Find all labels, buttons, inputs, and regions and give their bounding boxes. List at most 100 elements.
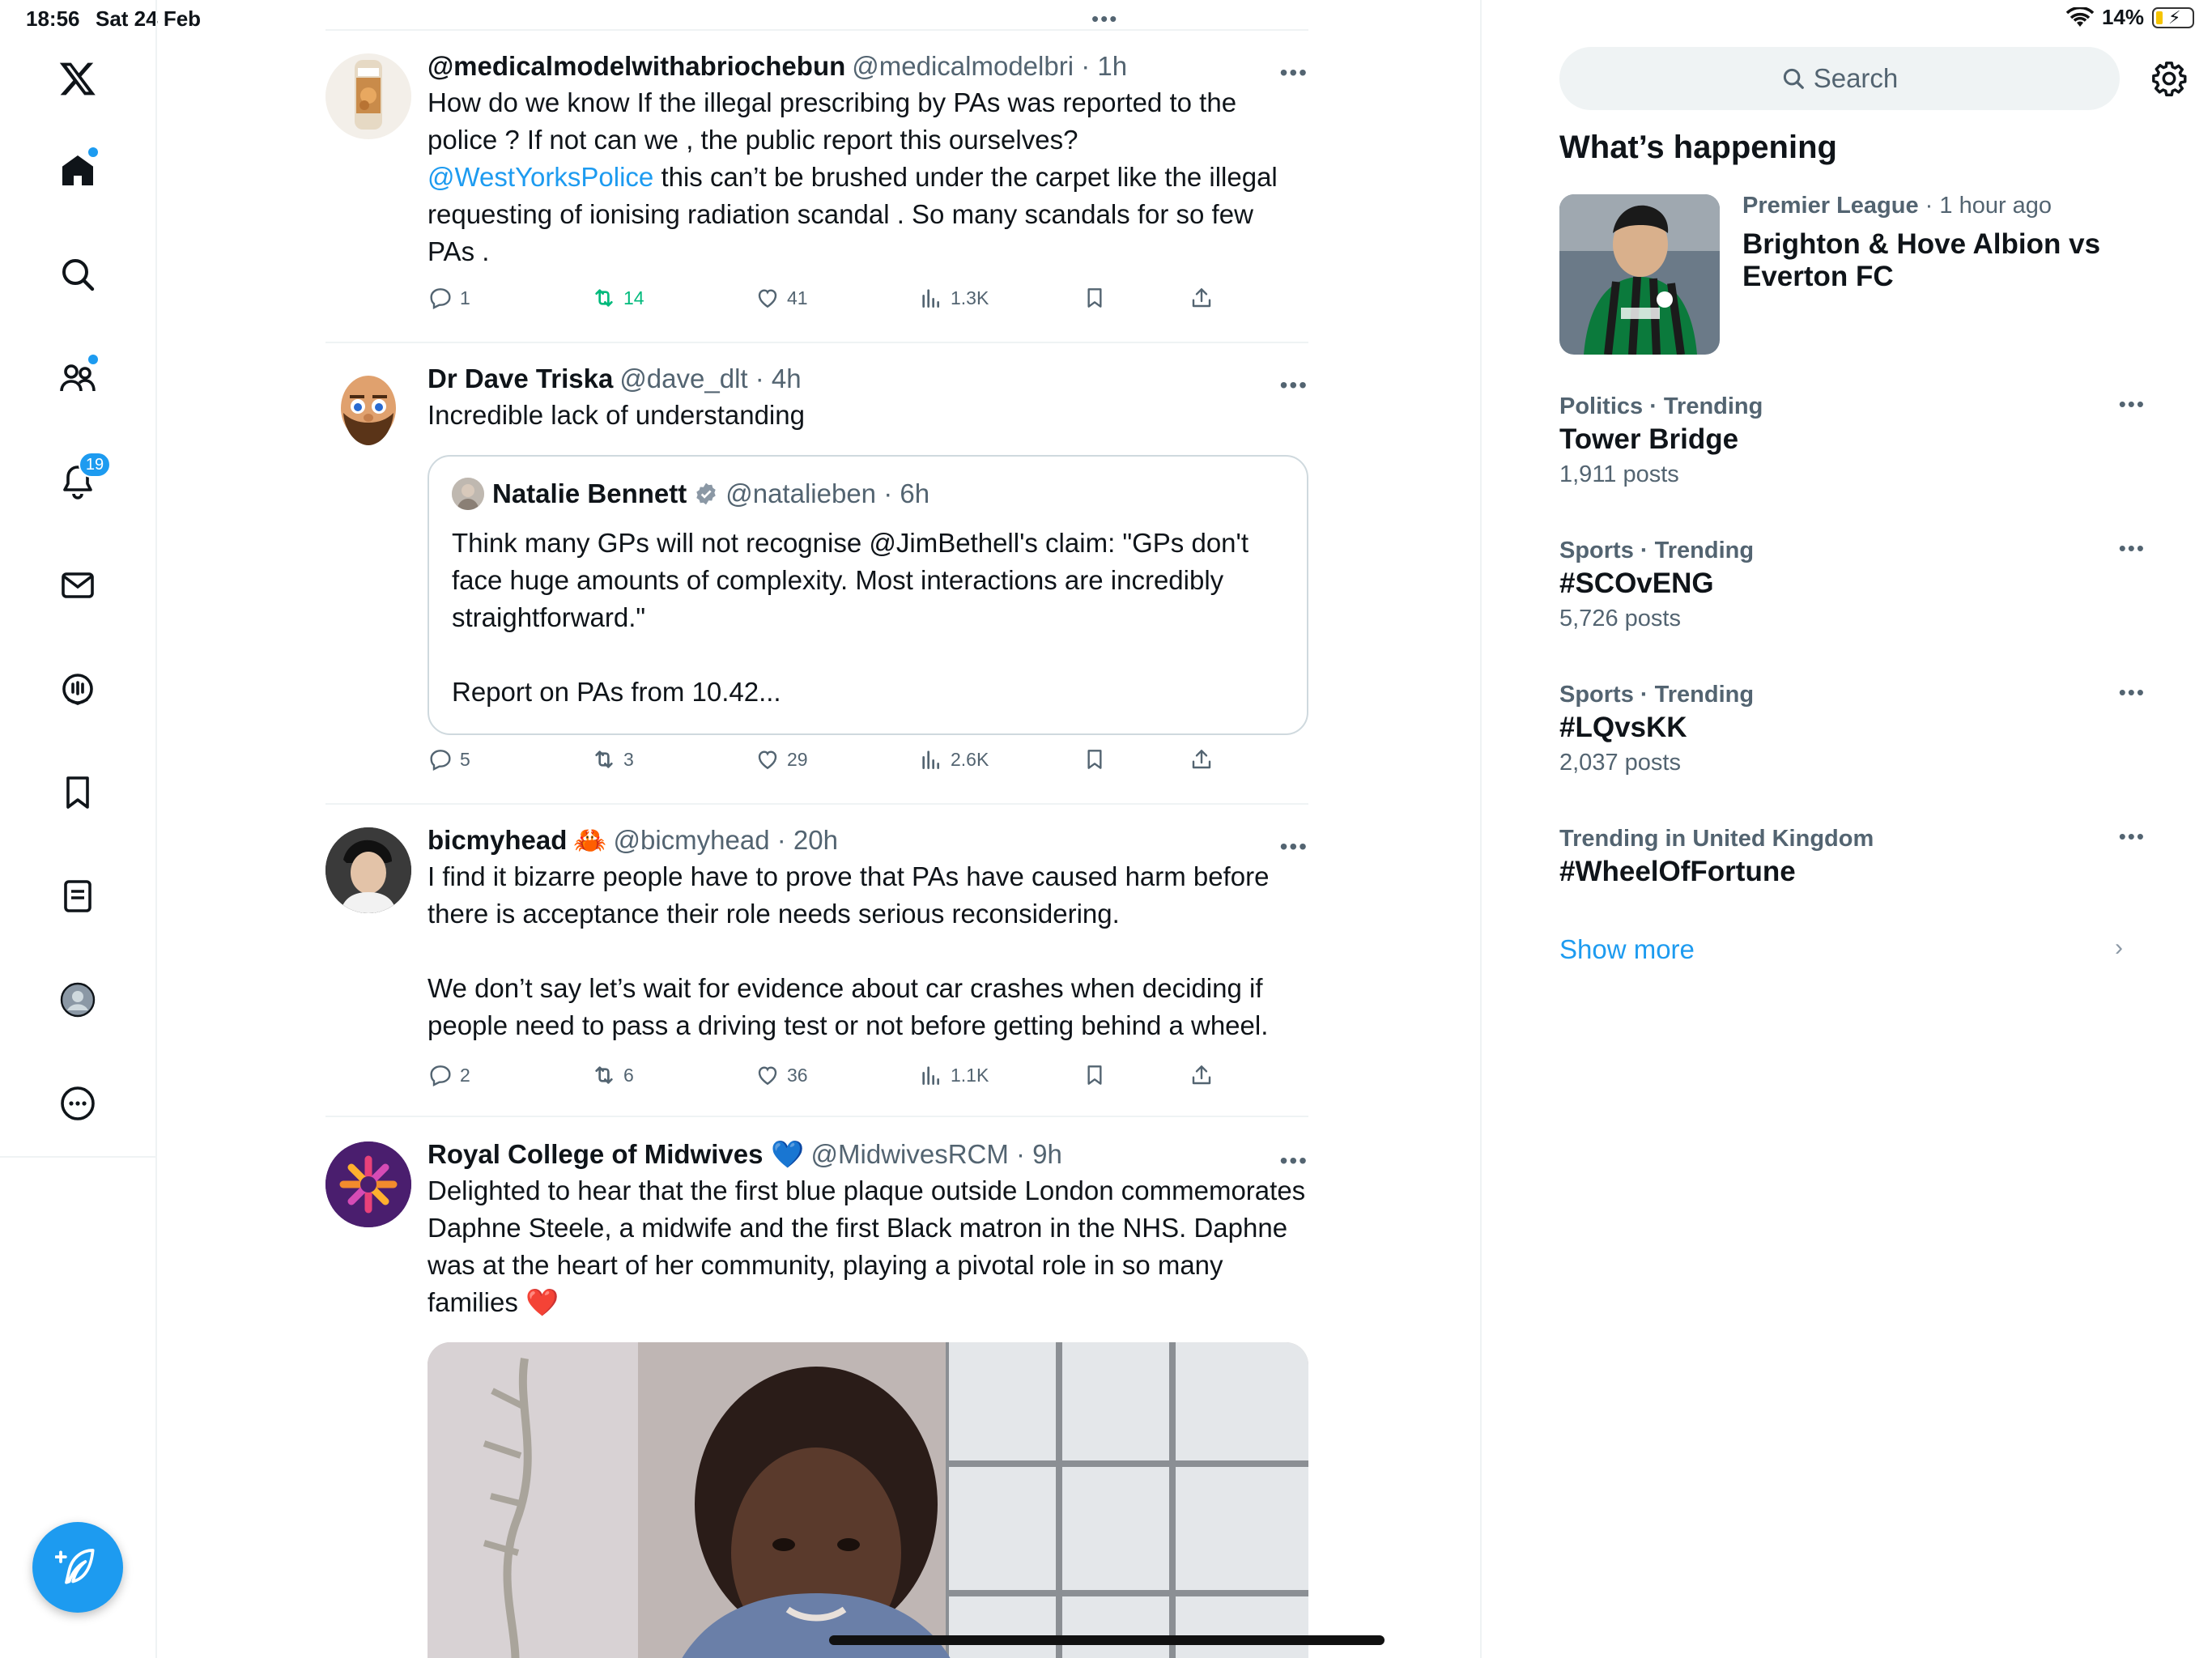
quoted-tweet-card[interactable]: Natalie Bennett @natalieben · 6h Think m…: [428, 455, 1308, 735]
search-icon[interactable]: [53, 249, 103, 300]
mention-link[interactable]: @WestYorksPolice: [428, 162, 653, 192]
quoted-tweet-text: Think many GPs will not recognise @JimBe…: [452, 528, 1249, 707]
tweet-author-handle[interactable]: @MidwivesRCM · 9h: [811, 1139, 1062, 1170]
right-sidebar: Search What’s happening Premier League ·…: [1480, 0, 2212, 1658]
reply-button[interactable]: 2: [428, 1062, 470, 1088]
notifications-bell-icon[interactable]: 19: [53, 452, 111, 507]
chevron-right-icon[interactable]: ›: [2115, 934, 2123, 962]
views-chart-icon: [922, 289, 939, 308]
tweet-author-name[interactable]: Dr Dave Triska: [428, 363, 613, 394]
quoted-tweet-header: Natalie Bennett @natalieben · 6h: [452, 478, 929, 510]
communities-unread-dot: [88, 355, 98, 364]
heart-icon: [758, 289, 777, 308]
avatar-rcm[interactable]: [325, 1141, 411, 1227]
like-button[interactable]: 41: [755, 285, 808, 311]
tweet-text: How do we know If the illegal prescribin…: [428, 87, 1285, 266]
bookmark-button[interactable]: [1082, 285, 1108, 311]
feature-story-meta[interactable]: Premier League · 1 hour ago: [1742, 193, 2052, 219]
tweet-divider: [325, 803, 1308, 805]
reply-icon: [430, 288, 451, 309]
tweet-divider: [325, 342, 1308, 343]
lists-icon[interactable]: [53, 871, 103, 921]
rail-divider: [0, 1156, 157, 1158]
left-navigation: 19: [0, 0, 157, 1658]
tweet-author-name[interactable]: Royal College of Midwives: [428, 1139, 763, 1170]
bookmark-icon: [1087, 288, 1102, 308]
avatar-bicmyhead[interactable]: [325, 827, 411, 913]
compose-post-button[interactable]: [32, 1522, 123, 1613]
share-button[interactable]: [1189, 1062, 1214, 1088]
trend-more-icon[interactable]: •••: [2119, 536, 2146, 561]
trend-more-icon[interactable]: •••: [2119, 392, 2146, 417]
whats-happening-title: What’s happening: [1559, 130, 1837, 165]
search-placeholder: Search: [1813, 63, 1899, 93]
share-button[interactable]: [1189, 746, 1214, 772]
show-more-link[interactable]: Show more: [1559, 934, 1695, 965]
tweet-author-handle[interactable]: @dave_dlt · 4h: [619, 363, 801, 394]
quoted-author-handle: @natalieben · 6h: [725, 478, 930, 508]
tweet-divider: [325, 29, 1308, 31]
home-indicator[interactable]: [829, 1635, 1385, 1645]
more-options-icon[interactable]: [53, 1078, 103, 1129]
views-button[interactable]: 1.3K: [918, 285, 989, 311]
feature-story-title[interactable]: Brighton & Hove Albion vs Everton FC: [1742, 228, 2123, 293]
quoted-author-avatar: [452, 478, 484, 510]
tweet-author-handle[interactable]: @bicmyhead · 20h: [614, 825, 838, 856]
tweet-text: Incredible lack of understanding: [428, 400, 805, 430]
home-icon[interactable]: [53, 146, 103, 196]
avatar-medicalmodel[interactable]: [325, 53, 411, 139]
views-button[interactable]: 2.6K: [918, 746, 989, 772]
repost-icon: [595, 289, 613, 307]
x-logo-icon[interactable]: [53, 53, 103, 104]
repost-icon: [595, 1066, 613, 1084]
trend-item[interactable]: Sports · Trending #SCOvENG 5,726 posts •…: [1559, 536, 2144, 635]
repost-button[interactable]: 14: [591, 285, 644, 311]
views-button[interactable]: 1.1K: [918, 1062, 989, 1088]
previous-tweet-more[interactable]: •••: [1091, 6, 1118, 32]
reply-button[interactable]: 1: [428, 285, 470, 311]
trend-more-icon[interactable]: •••: [2119, 824, 2146, 849]
communities-icon[interactable]: [53, 353, 103, 403]
trend-item[interactable]: Sports · Trending #LQvsKK 2,037 posts ••…: [1559, 680, 2144, 779]
reply-button[interactable]: 5: [428, 746, 470, 772]
timeline-feed: ••• @medicalmodelwithabriochebun @medical…: [325, 0, 1308, 1658]
views-chart-icon: [922, 750, 939, 769]
tweet-text: I find it bizarre people have to prove t…: [428, 861, 1270, 1040]
trend-item[interactable]: Politics · Trending Tower Bridge 1,911 p…: [1559, 392, 2144, 491]
repost-button[interactable]: 6: [591, 1062, 634, 1088]
tweet-more-icon[interactable]: •••: [1280, 372, 1308, 398]
share-icon: [1192, 750, 1211, 769]
trend-item[interactable]: Trending in United Kingdom #WheelOfFortu…: [1559, 824, 2144, 891]
messages-envelope-icon[interactable]: [53, 560, 103, 610]
repost-icon: [595, 750, 613, 768]
share-icon: [1192, 288, 1211, 308]
tweet-more-icon[interactable]: •••: [1280, 60, 1308, 86]
views-chart-icon: [922, 1066, 939, 1085]
tweet-divider: [325, 1116, 1308, 1117]
share-icon: [1192, 1065, 1211, 1085]
feature-story-image[interactable]: [1559, 194, 1720, 355]
search-field[interactable]: Search: [1559, 47, 2120, 110]
settings-gear-icon[interactable]: [2150, 60, 2188, 97]
tweet-author-handle[interactable]: @medicalmodelbri · 1h: [852, 51, 1127, 82]
bookmark-button[interactable]: [1082, 746, 1108, 772]
bookmarks-icon[interactable]: [53, 767, 103, 818]
grok-icon[interactable]: [53, 664, 103, 714]
share-button[interactable]: [1189, 285, 1214, 311]
tweet-text: Delighted to hear that the first blue pl…: [428, 1175, 1306, 1317]
trend-more-icon[interactable]: •••: [2119, 680, 2146, 705]
repost-button[interactable]: 3: [591, 746, 634, 772]
tweet-more-icon[interactable]: •••: [1280, 1148, 1308, 1174]
tweet-more-icon[interactable]: •••: [1280, 834, 1308, 860]
avatar-dave-triska[interactable]: [325, 366, 411, 452]
tweet-media-photo[interactable]: [428, 1342, 1308, 1658]
profile-avatar-icon[interactable]: [53, 975, 103, 1025]
bookmark-button[interactable]: [1082, 1062, 1108, 1088]
heart-icon: [758, 1066, 777, 1086]
like-button[interactable]: 36: [755, 1062, 808, 1088]
tweet-author-name[interactable]: bicmyhead: [428, 825, 567, 856]
home-unread-dot: [88, 147, 98, 157]
tweet-author-name[interactable]: @medicalmodelwithabriochebun: [428, 51, 845, 82]
like-button[interactable]: 29: [755, 746, 808, 772]
tweet-actions: 1 14 41 1.3K: [428, 285, 1221, 317]
